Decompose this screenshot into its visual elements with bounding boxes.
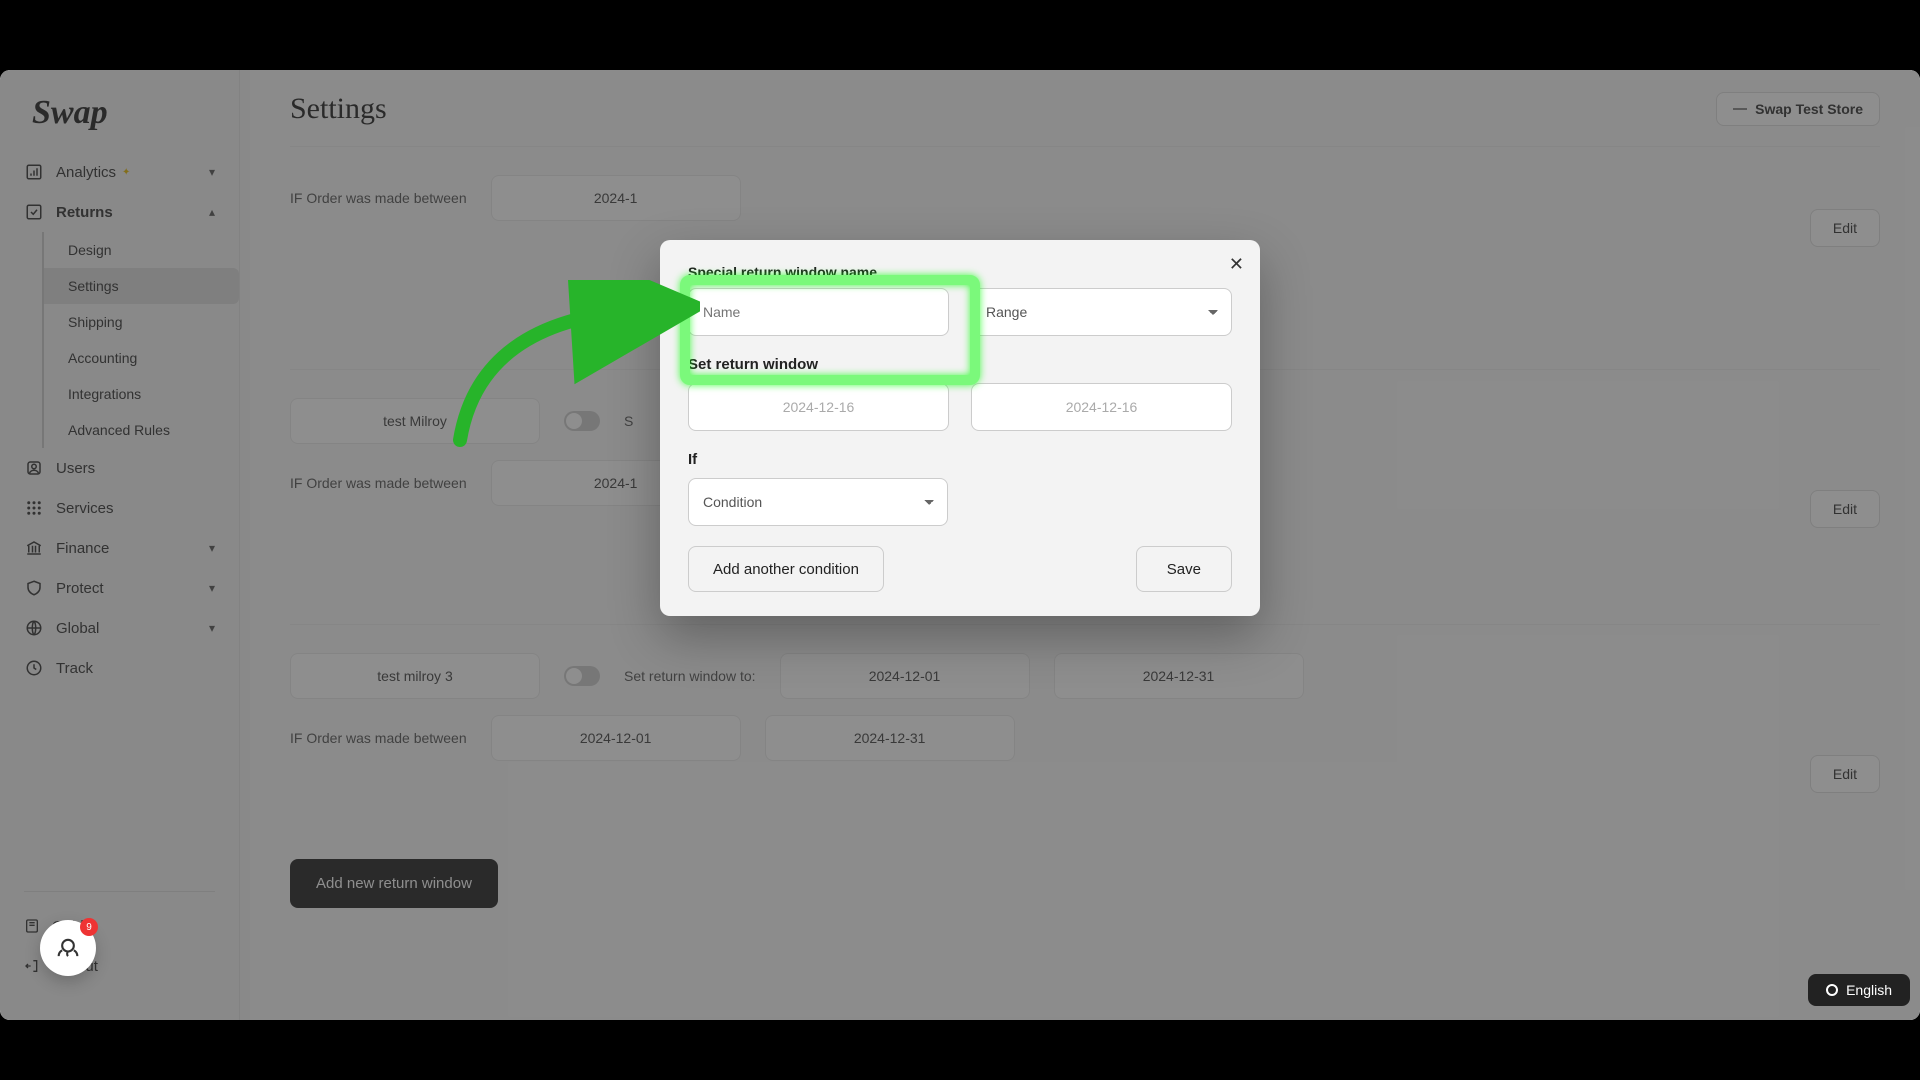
date-value: 2024-12-16	[1066, 399, 1138, 415]
if-section-title: If	[688, 451, 1232, 468]
save-button[interactable]: Save	[1136, 546, 1232, 592]
language-label: English	[1846, 982, 1892, 998]
language-selector[interactable]: English	[1808, 974, 1910, 1006]
window-to-input[interactable]: 2024-12-16	[971, 383, 1232, 431]
date-value: 2024-12-16	[783, 399, 855, 415]
name-field-label: Special return window name	[688, 264, 949, 280]
add-condition-button[interactable]: Add another condition	[688, 546, 884, 592]
window-from-input[interactable]: 2024-12-16	[688, 383, 949, 431]
condition-field: Condition	[688, 478, 948, 526]
circle-icon	[1826, 984, 1838, 996]
create-return-window-modal: ✕ Special return window name Range Set r…	[660, 240, 1260, 616]
close-icon: ✕	[1229, 254, 1244, 274]
letterbox-bottom	[0, 1020, 1920, 1080]
close-button[interactable]: ✕	[1229, 254, 1244, 275]
window-section-title: Set return window	[688, 356, 1232, 373]
range-field: Range	[971, 288, 1232, 336]
condition-select[interactable]: Condition	[688, 478, 948, 526]
help-fab[interactable]: 9	[40, 920, 96, 976]
name-input[interactable]	[688, 288, 949, 336]
letterbox-top	[0, 0, 1920, 70]
headset-icon	[54, 934, 82, 962]
name-field: Special return window name	[688, 264, 949, 336]
app-frame: Swap Analytics ✦ ▾ Returns ▴ Design Sett…	[0, 70, 1920, 1020]
notification-badge: 9	[80, 918, 98, 936]
range-select[interactable]: Range	[971, 288, 1232, 336]
